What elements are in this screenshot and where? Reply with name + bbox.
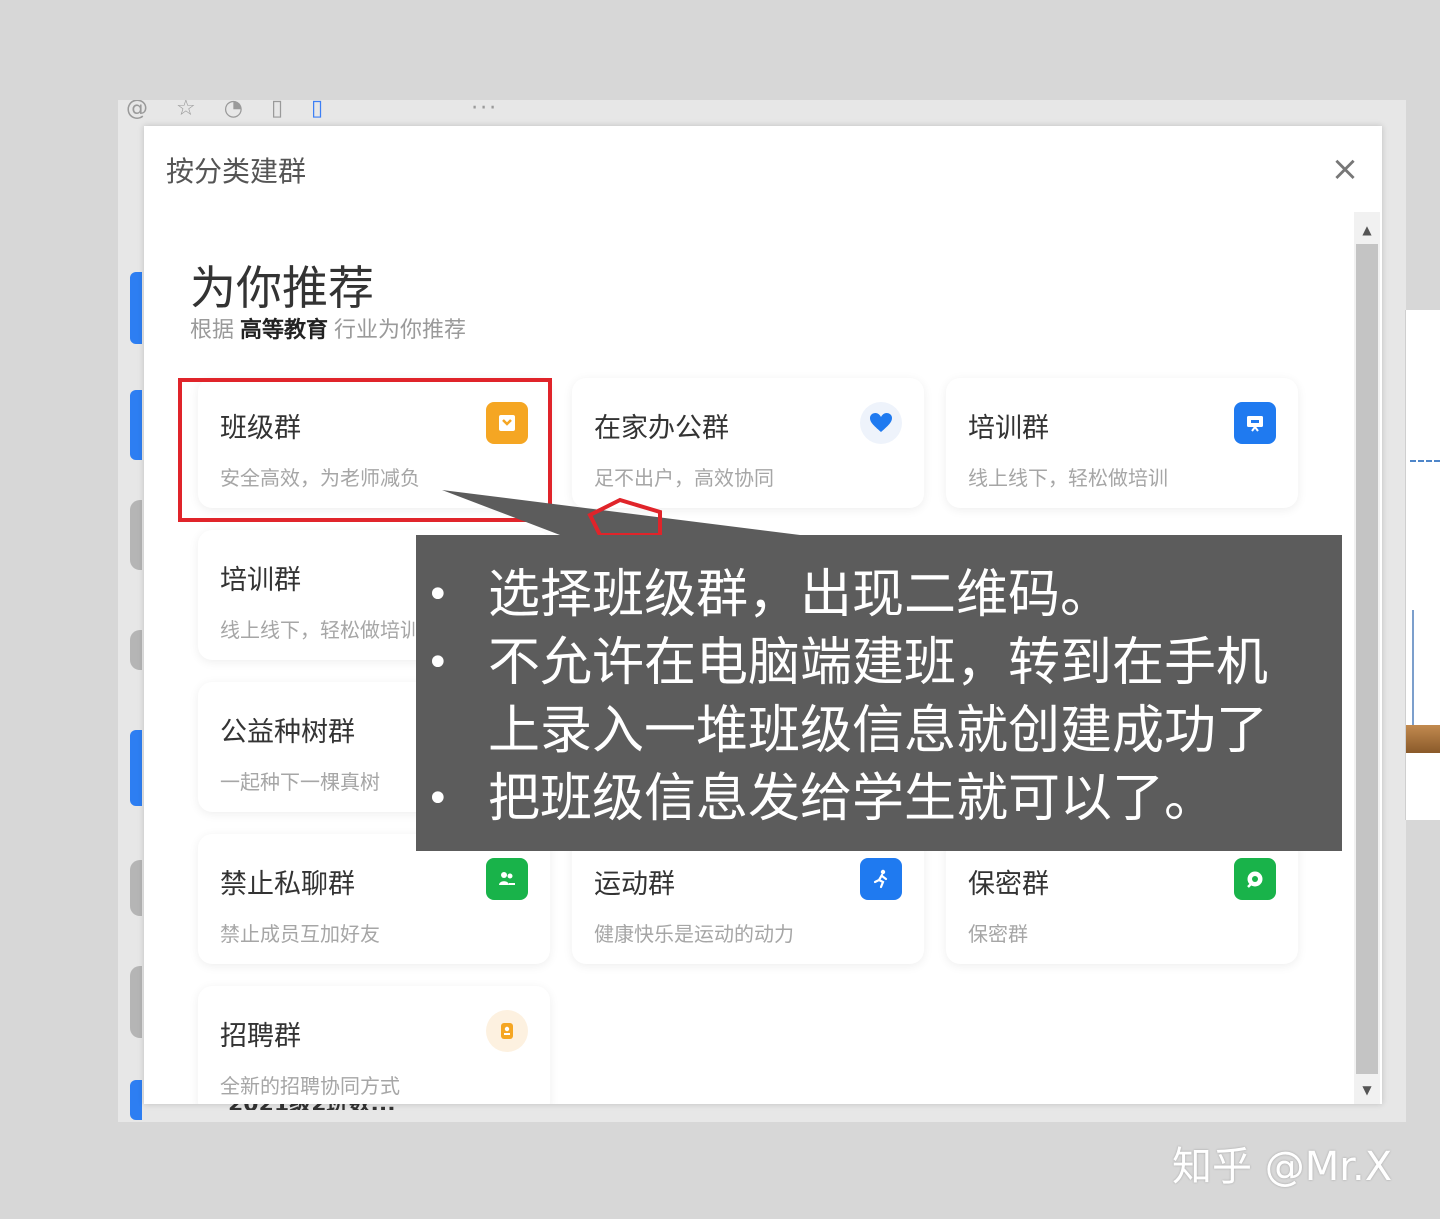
card-no-private-chat-group[interactable]: 禁止私聊群 禁止成员互加好友 xyxy=(198,834,550,964)
card-recruitment-group[interactable]: 招聘群 全新的招聘协同方式 xyxy=(198,986,550,1104)
card-home-office-group[interactable]: 在家办公群 足不出户，高效协同 xyxy=(572,378,924,508)
card-desc: 一起种下一棵真树 xyxy=(220,770,380,794)
card-title: 培训群 xyxy=(968,413,1049,444)
card-title: 运动群 xyxy=(594,869,675,900)
card-desc: 安全高效，为老师减负 xyxy=(220,466,420,490)
background-toolbar: @ ☆ ◔ ▯ ▯ ··· xyxy=(118,100,528,126)
card-desc: 足不出户，高效协同 xyxy=(594,466,774,490)
card-desc: 健康快乐是运动的动力 xyxy=(594,922,794,946)
recommend-subtitle: 根据 高等教育 行业为你推荐 xyxy=(190,312,466,344)
class-group-icon xyxy=(486,402,528,444)
callout-text: 把班级信息发给学生就可以了。 xyxy=(488,769,1217,829)
no-chat-icon xyxy=(486,858,528,900)
file-icon[interactable]: ▯ xyxy=(271,100,283,120)
card-class-group[interactable]: 班级群 安全高效，为老师减负 xyxy=(198,378,550,508)
instruction-callout: • 选择班级群，出现二维码。 • 不允许在电脑端建班，转到在手机 上录入一堆班级… xyxy=(416,535,1342,851)
card-title: 培训群 xyxy=(220,565,301,596)
callout-text: 上录入一堆班级信息就创建成功了 xyxy=(488,701,1269,761)
at-icon[interactable]: @ xyxy=(126,100,148,120)
close-icon[interactable]: × xyxy=(1330,152,1360,186)
card-title: 禁止私聊群 xyxy=(220,869,355,900)
card-desc: 保密群 xyxy=(968,922,1028,946)
recommend-sub-prefix: 根据 xyxy=(190,318,235,343)
training-board-icon xyxy=(1234,402,1276,444)
card-title: 班级群 xyxy=(220,413,301,444)
secret-chat-icon xyxy=(1234,858,1276,900)
more-icon[interactable]: ··· xyxy=(471,100,498,120)
background-chat-list-strip xyxy=(130,260,144,1120)
dialog-title: 按分类建群 xyxy=(166,155,307,188)
card-desc: 禁止成员互加好友 xyxy=(220,922,380,946)
bullet: • xyxy=(426,776,450,822)
recommend-heading: 为你推荐 xyxy=(190,261,374,315)
background-right-panel xyxy=(1405,310,1440,820)
card-secret-group[interactable]: 保密群 保密群 xyxy=(946,834,1298,964)
card-sports-group[interactable]: 运动群 健康快乐是运动的动力 xyxy=(572,834,924,964)
bullet: • xyxy=(426,640,450,686)
recommend-industry: 高等教育 xyxy=(240,318,329,343)
scroll-down-arrow-icon[interactable]: ▼ xyxy=(1354,1080,1380,1100)
runner-icon xyxy=(860,858,902,900)
card-title: 招聘群 xyxy=(220,1021,301,1052)
card-desc: 线上线下，轻松做培训 xyxy=(220,618,420,642)
recommend-sub-suffix: 行业为你推荐 xyxy=(334,318,467,343)
card-training-group[interactable]: 培训群 线上线下，轻松做培训 xyxy=(946,378,1298,508)
recruit-icon xyxy=(486,1010,528,1052)
watermark: 知乎 @Mr.X xyxy=(1172,1144,1393,1190)
history-icon[interactable]: ◔ xyxy=(224,100,243,120)
phone-icon[interactable]: ▯ xyxy=(311,100,323,120)
heart-icon xyxy=(860,402,902,444)
card-desc: 线上线下，轻松做培训 xyxy=(968,466,1168,490)
star-icon[interactable]: ☆ xyxy=(176,100,196,120)
scroll-thumb[interactable] xyxy=(1356,244,1378,1074)
card-title: 公益种树群 xyxy=(220,717,355,748)
card-title: 保密群 xyxy=(968,869,1049,900)
scroll-up-arrow-icon[interactable]: ▲ xyxy=(1354,220,1380,240)
card-desc: 全新的招聘协同方式 xyxy=(220,1074,400,1098)
dialog-scrollbar[interactable]: ▲ ▼ xyxy=(1354,212,1380,1104)
callout-text: 不允许在电脑端建班，转到在手机 xyxy=(488,633,1269,693)
card-title: 在家办公群 xyxy=(594,413,729,444)
bullet: • xyxy=(426,572,450,618)
callout-text: 选择班级群，出现二维码。 xyxy=(488,565,1113,625)
